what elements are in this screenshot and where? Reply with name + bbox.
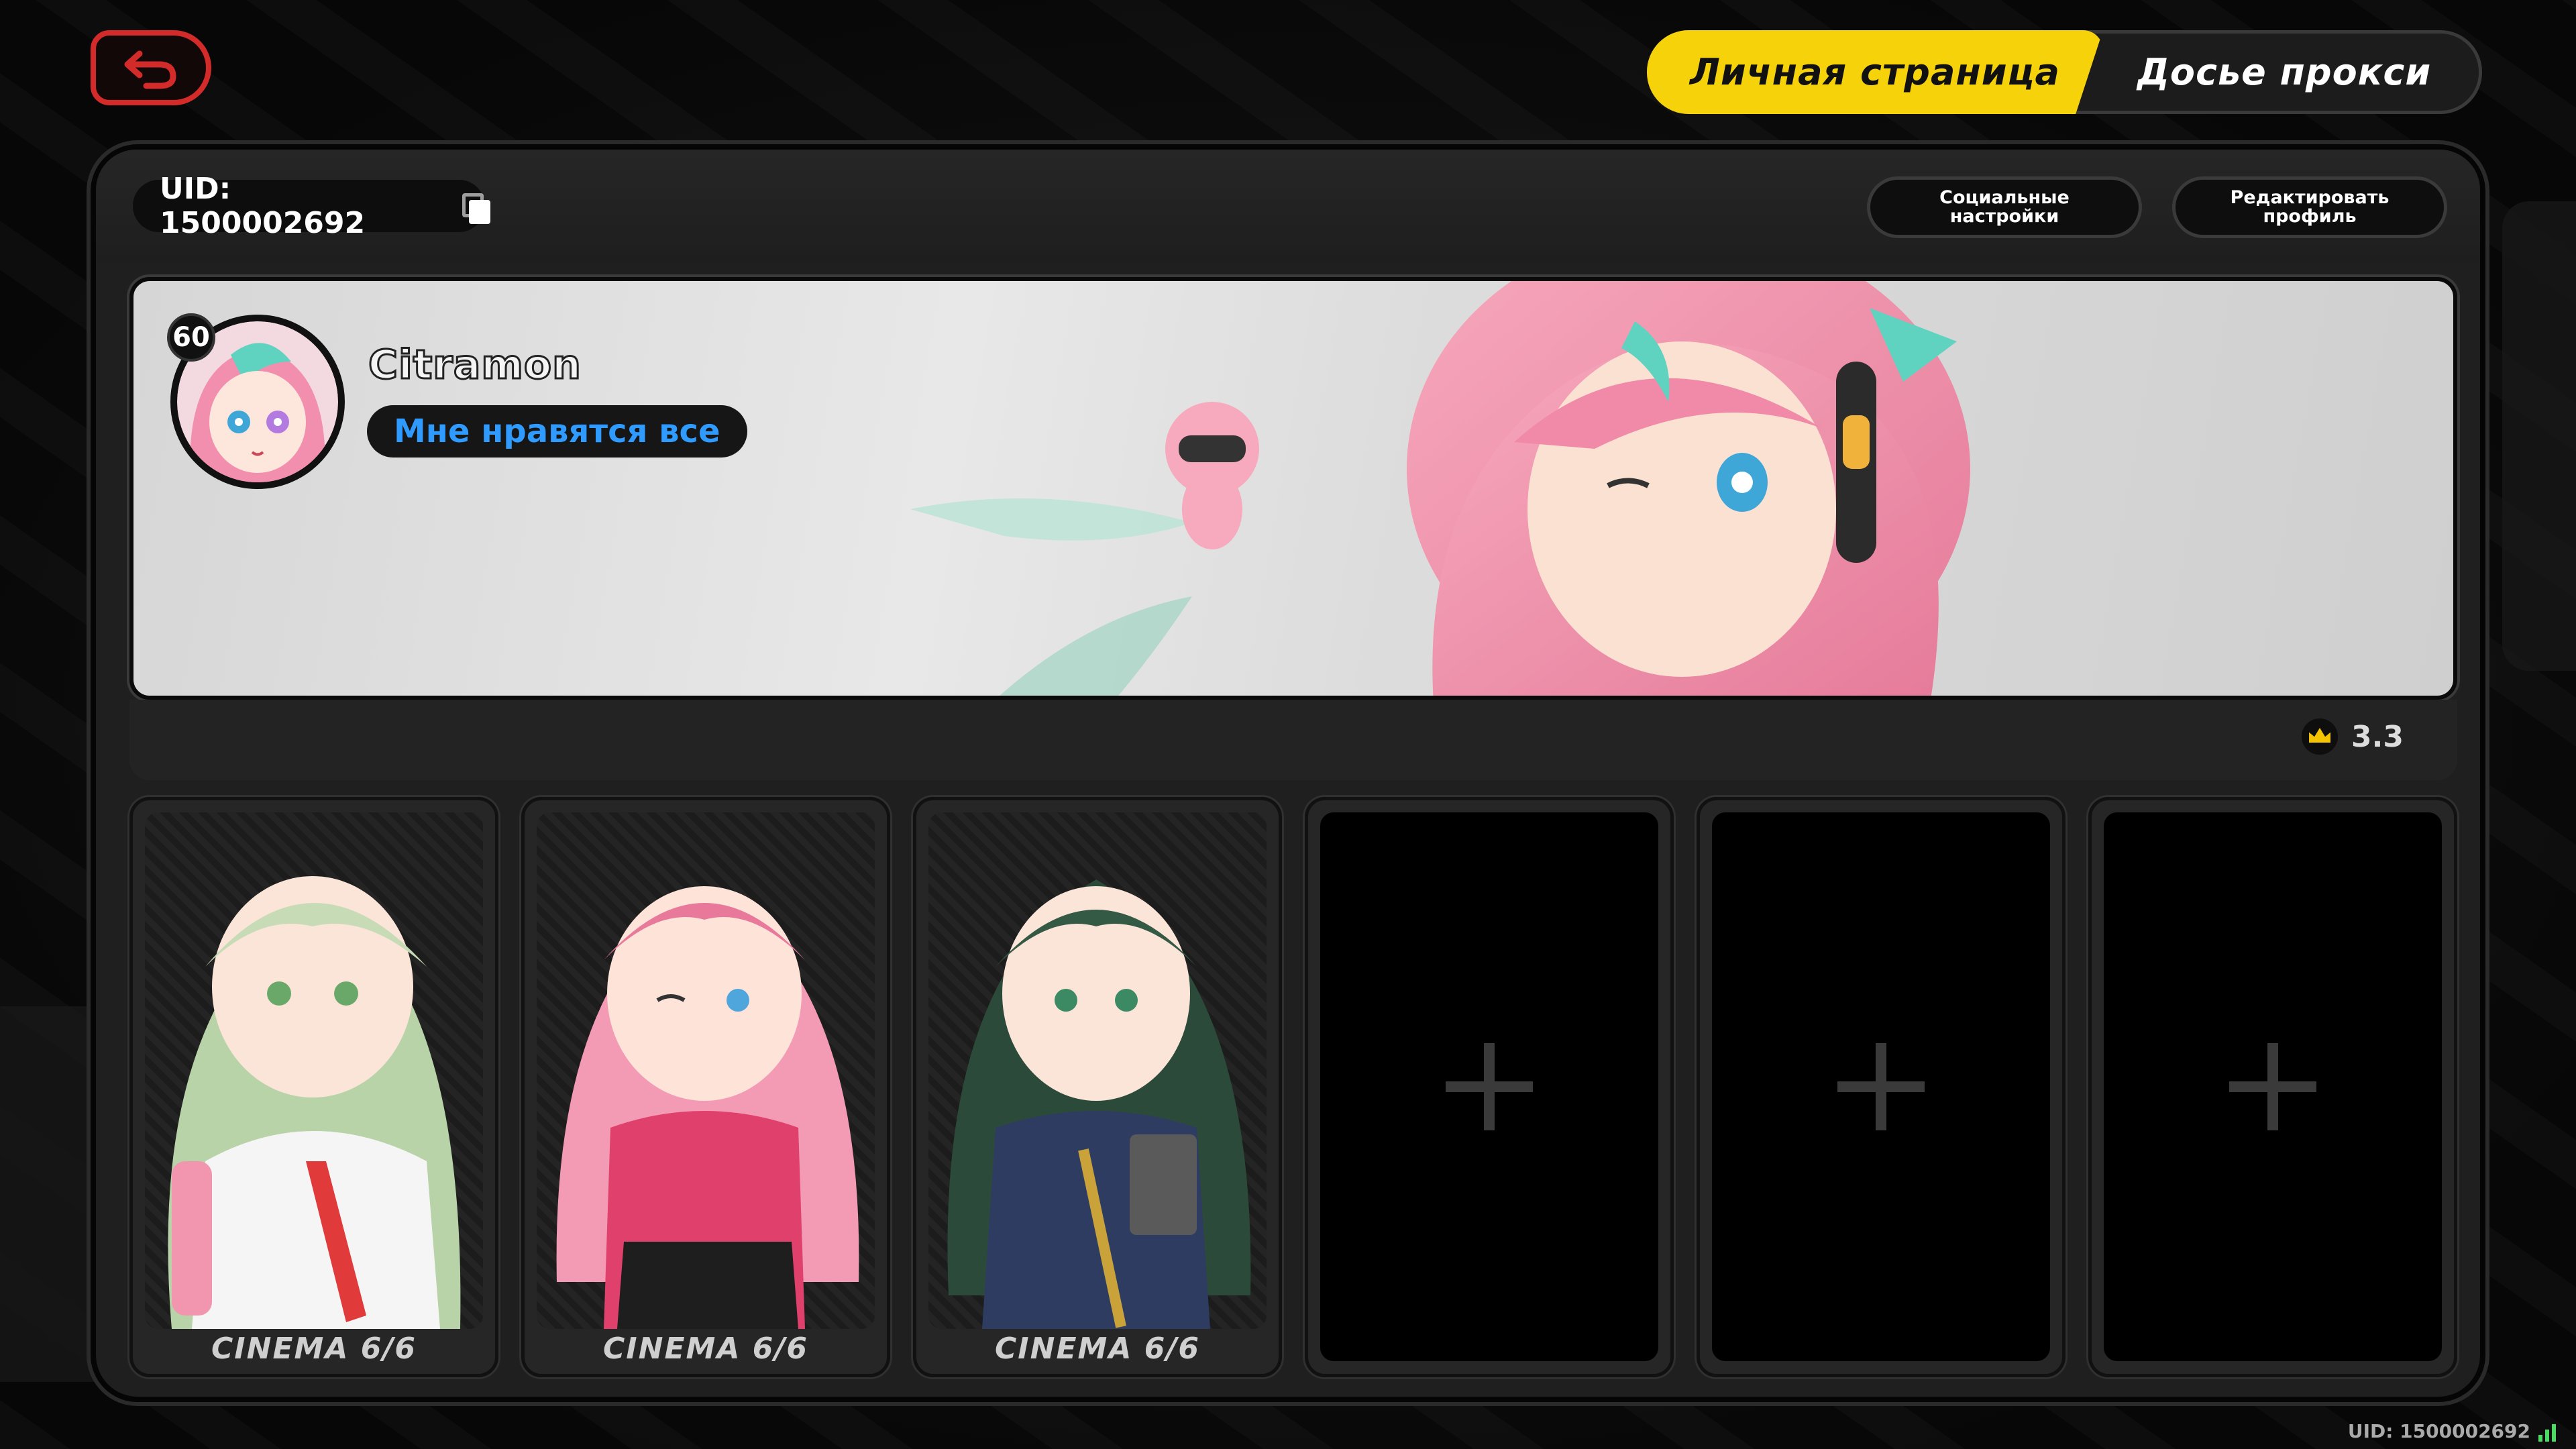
empty-character-slot[interactable]: [2088, 797, 2457, 1377]
footer-uid: UID: 1500002692: [2348, 1420, 2556, 1442]
social-settings-button[interactable]: Социальные настройки: [1867, 176, 2142, 238]
character-card[interactable]: CINEMA 6/6: [129, 797, 498, 1377]
profile-banner: 60 Citramon Мне нравятся все: [129, 277, 2457, 700]
back-button[interactable]: [91, 30, 211, 105]
add-character-slot[interactable]: [1320, 812, 1658, 1361]
tab-personal-page[interactable]: Личная страница: [1647, 30, 2103, 114]
uid-text: UID: 1500002692: [160, 172, 366, 240]
card-label: CINEMA 6/6: [211, 1332, 417, 1366]
level-badge: 60: [167, 313, 215, 362]
username: Citramon: [368, 341, 582, 390]
status-text: Мне нравятся все: [367, 405, 747, 458]
rating: 3.3: [2302, 718, 2404, 755]
plus-icon: [2229, 1043, 2316, 1130]
add-character-slot[interactable]: [2104, 812, 2442, 1361]
crown-icon: [2302, 718, 2339, 755]
character-portrait: [537, 812, 875, 1329]
banner-footer: 3.3: [129, 700, 2457, 780]
character-card[interactable]: CINEMA 6/6: [521, 797, 890, 1377]
card-label: CINEMA 6/6: [603, 1332, 808, 1366]
card-label: CINEMA 6/6: [995, 1332, 1200, 1366]
character-showcase: CINEMA 6/6 CINEMA 6/6 CINEMA 6/6: [129, 797, 2457, 1377]
background-shape: [2502, 201, 2576, 671]
plus-icon: [1837, 1043, 1925, 1130]
empty-character-slot[interactable]: [1697, 797, 2065, 1377]
profile-panel: UID: 1500002692 Социальные настройки Ред…: [91, 144, 2485, 1402]
character-card[interactable]: CINEMA 6/6: [913, 797, 1282, 1377]
banner-character-art: [910, 281, 1970, 696]
signal-icon: [2538, 1421, 2556, 1442]
footer-uid-text: UID: 1500002692: [2347, 1420, 2530, 1442]
character-portrait: [145, 812, 483, 1329]
rating-value: 3.3: [2351, 719, 2404, 754]
profile-tabs: Личная страница Досье прокси: [1647, 30, 2482, 114]
plus-icon: [1446, 1043, 1533, 1130]
add-character-slot[interactable]: [1712, 812, 2050, 1361]
empty-character-slot[interactable]: [1305, 797, 1674, 1377]
edit-profile-button[interactable]: Редактировать профиль: [2172, 176, 2447, 238]
back-arrow-icon: [124, 50, 176, 89]
character-portrait: [928, 812, 1267, 1329]
copy-icon[interactable]: [462, 193, 490, 224]
tab-proxy-dossier[interactable]: Досье прокси: [2086, 30, 2482, 114]
uid-display: UID: 1500002692: [133, 172, 490, 240]
